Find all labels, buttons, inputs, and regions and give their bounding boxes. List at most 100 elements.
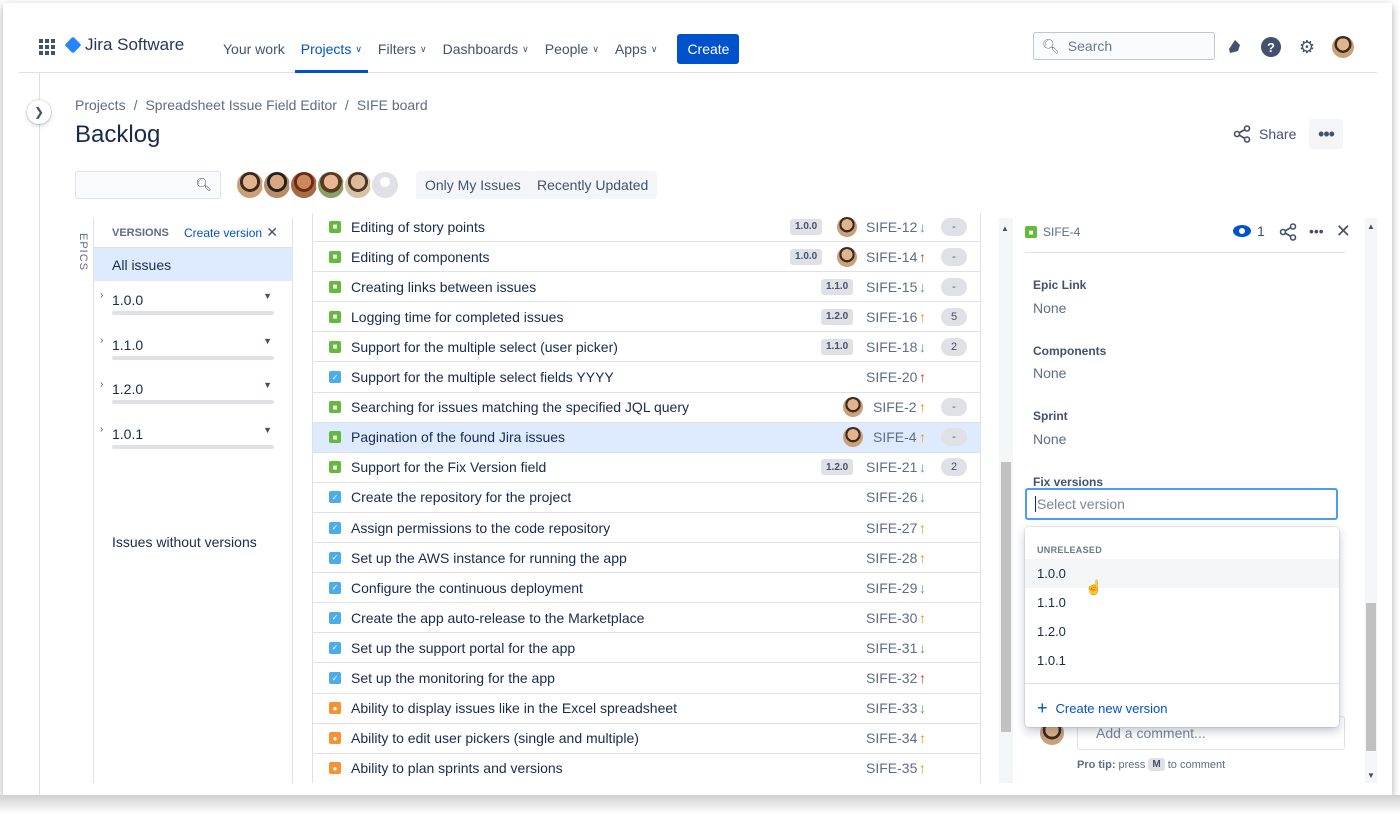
issue-row[interactable]: ✓ Set up the monitoring for the app SIFE-3… [313, 664, 980, 694]
more-actions-button[interactable]: ••• [1309, 119, 1343, 149]
version-menu-icon[interactable]: ▼ [263, 336, 272, 346]
unassigned-avatar[interactable] [370, 170, 400, 200]
version-menu-icon[interactable]: ▼ [263, 380, 272, 390]
sidebar-divider [39, 73, 40, 795]
issue-row[interactable]: ✓ Create the app auto-release to the Mark… [313, 603, 980, 634]
issue-row[interactable]: ■ Pagination of the found Jira issues SIFE… [313, 422, 980, 453]
only-my-issues-filter[interactable]: Only My Issues [416, 171, 530, 199]
story-icon: ■ [329, 461, 341, 474]
version-item[interactable]: › 1.2.0 ▼ [94, 370, 292, 415]
issue-row[interactable]: ● Ability to plan sprints and versions SIF… [313, 754, 980, 783]
profile-avatar[interactable] [1332, 36, 1354, 58]
version-item[interactable]: › 1.0.0 ▼ [94, 281, 292, 326]
share-button[interactable]: Share [1233, 125, 1296, 143]
version-option[interactable]: 1.2.0 [1025, 617, 1339, 646]
issue-row[interactable]: ● Ability to edit user pickers (single an… [313, 724, 980, 754]
assignee-avatar[interactable] [343, 170, 373, 200]
assignee-filter-avatars [235, 170, 400, 200]
settings-gear-icon[interactable]: ⚙︎ [1296, 36, 1318, 58]
nav-item-apps[interactable]: Apps ∨ [607, 25, 666, 73]
search-input[interactable]: 🔍︎ Search [1033, 32, 1215, 60]
more-icon[interactable]: ••• [1309, 223, 1324, 242]
issue-row[interactable]: ■ Searching for issues matching the speci… [313, 393, 980, 423]
expand-chevron-icon[interactable]: › [100, 335, 103, 346]
breadcrumb-item[interactable]: Spreadsheet Issue Field Editor [145, 97, 336, 113]
assignee-avatar[interactable] [262, 170, 292, 200]
expand-chevron-icon[interactable]: › [100, 424, 103, 435]
nav-item-dashboards[interactable]: Dashboards ∨ [435, 25, 537, 73]
breadcrumb-separator: / [344, 97, 349, 113]
create-version-link[interactable]: Create version [184, 226, 262, 240]
issue-key: SIFE-12 [866, 218, 918, 235]
issue-row[interactable]: ■ Support for the Fix Version field 1.2.0 S… [313, 453, 980, 483]
nav-item-filters[interactable]: Filters ∨ [370, 25, 435, 73]
epics-panel-toggle[interactable]: EPICS [77, 233, 89, 271]
pro-tip-press: press [1118, 758, 1146, 771]
sprint-value[interactable]: None [1033, 431, 1066, 447]
issue-row[interactable]: ✓ Set up the AWS instance for running the… [313, 543, 980, 574]
issue-key-link[interactable]: ■ SIFE-4 [1025, 225, 1080, 239]
close-icon[interactable]: ✕ [1336, 221, 1351, 242]
select-placeholder: Select version [1037, 496, 1125, 512]
issues-without-versions-item[interactable]: Issues without versions [112, 534, 257, 550]
epic-link-value[interactable]: None [1033, 300, 1066, 316]
scroll-up-icon[interactable]: ▲ [1367, 222, 1375, 231]
issue-row[interactable]: ✓ Create the repository for the project SI… [313, 483, 980, 513]
recently-updated-filter[interactable]: Recently Updated [528, 171, 658, 199]
components-value[interactable]: None [1033, 365, 1066, 381]
issue-row[interactable]: ✓ Support for the multiple select fields … [313, 363, 980, 393]
issue-row[interactable]: ■ Creating links between issues 1.1.0 SIFE-… [313, 272, 980, 303]
issue-row[interactable]: ■ Editing of components 1.0.0 SIFE-14 ↑ - [313, 242, 980, 273]
scroll-up-icon[interactable]: ▲ [1001, 224, 1009, 233]
issue-row[interactable]: ✓ Assign permissions to the code reposito… [313, 513, 980, 543]
breadcrumb-item[interactable]: Projects [75, 97, 126, 113]
scrollbar-thumb[interactable] [1001, 462, 1011, 732]
all-issues-item[interactable]: All issues [94, 248, 292, 281]
expand-sidebar-button[interactable]: ❯ [27, 100, 51, 124]
nav-item-your-work[interactable]: Your work [215, 25, 293, 73]
version-item[interactable]: › 1.0.1 ▼ [94, 415, 292, 460]
issue-row[interactable]: ● Ability to display issues like in the E… [313, 694, 980, 724]
estimate-badge: 2 [941, 458, 967, 477]
nav-item-people[interactable]: People ∨ [537, 25, 607, 73]
scroll-down-icon[interactable]: ▼ [1367, 771, 1375, 780]
issue-row[interactable]: ✓ Set up the support portal for the app SI… [313, 633, 980, 664]
issue-list: ■ Editing of story points 1.0.0 SIFE-12 ↓ - ■ E… [312, 213, 981, 783]
app-switcher-icon[interactable] [39, 39, 55, 55]
fix-version-select[interactable]: Select version [1025, 488, 1338, 520]
version-option[interactable]: 1.1.0 [1025, 588, 1339, 617]
share-icon[interactable] [1279, 223, 1297, 241]
version-menu-icon[interactable]: ▼ [263, 291, 272, 301]
jira-logo[interactable]: Jira Software [64, 35, 184, 55]
issue-row[interactable]: ■ Logging time for completed issues 1.2.0 S… [313, 302, 980, 333]
create-button[interactable]: Create [677, 34, 740, 64]
notifications-icon[interactable] [1224, 36, 1246, 58]
scrollbar-thumb[interactable] [1366, 603, 1376, 751]
version-item[interactable]: › 1.1.0 ▼ [94, 326, 292, 371]
priority-up-orange-icon: ↑ [919, 549, 926, 566]
epic-link-label: Epic Link [1033, 278, 1087, 292]
issue-row[interactable]: ✓ Configure the continuous deployment SIFE… [313, 573, 980, 604]
assignee-avatar[interactable] [289, 170, 319, 200]
nav-item-label: Apps [614, 41, 647, 57]
issue-row[interactable]: ■ Editing of story points 1.0.0 SIFE-12 ↓ - [313, 213, 980, 242]
priority-up-orange-icon: ↑ [919, 519, 926, 536]
assignee-avatar[interactable] [235, 170, 265, 200]
expand-chevron-icon[interactable]: › [100, 290, 103, 301]
expand-chevron-icon[interactable]: › [100, 379, 103, 390]
close-icon[interactable]: ✕ [266, 224, 278, 241]
watchers-button[interactable]: 1 [1233, 223, 1265, 239]
help-icon[interactable]: ? [1260, 36, 1282, 58]
issue-row[interactable]: ■ Support for the multiple select (user p… [313, 332, 980, 363]
version-menu-icon[interactable]: ▼ [263, 425, 272, 435]
priority-up-orange-icon: ↑ [919, 308, 926, 325]
assignee-avatar[interactable] [316, 170, 346, 200]
version-option[interactable]: 1.0.1 [1025, 646, 1339, 675]
version-option[interactable]: 1.0.0 [1025, 559, 1339, 588]
detail-scrollbar[interactable]: ▲ ▼ [1365, 218, 1377, 783]
create-new-version-option[interactable]: + Create new version [1037, 698, 1168, 719]
breadcrumb-item[interactable]: SIFE board [357, 97, 428, 113]
backlog-search-input[interactable]: 🔍︎ [75, 171, 221, 199]
backlog-scrollbar[interactable]: ▲ [999, 218, 1013, 783]
nav-item-projects[interactable]: Projects ∨ [293, 25, 370, 73]
